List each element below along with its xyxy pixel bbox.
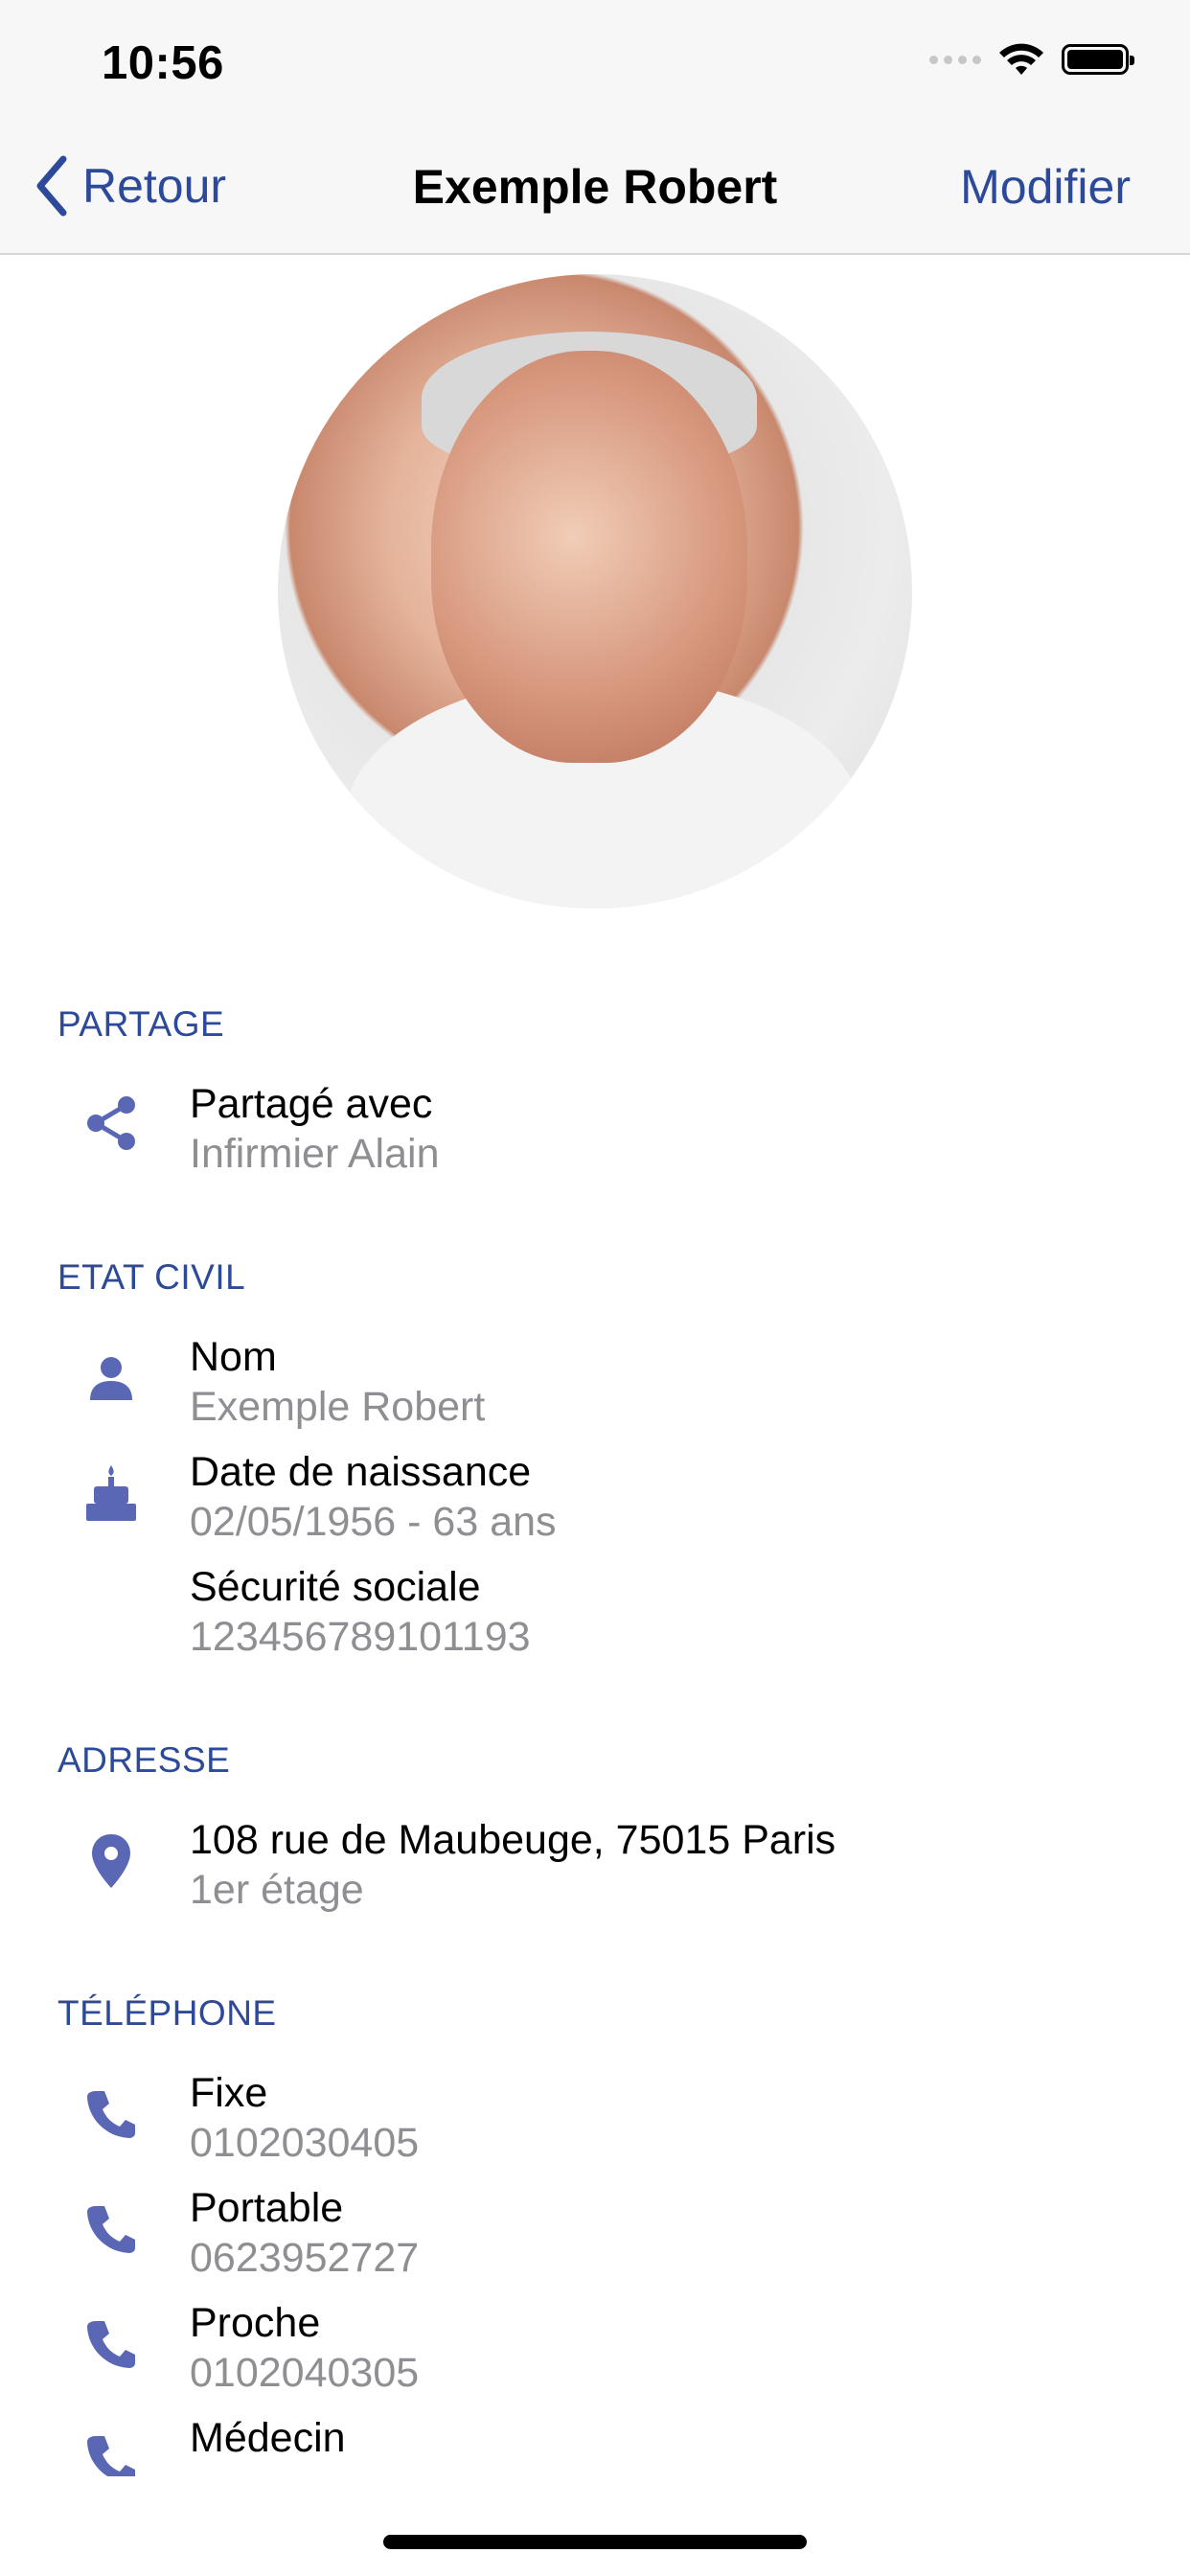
list-item-partage[interactable]: Partagé avec Infirmier Alain xyxy=(0,1075,1190,1190)
section-label-telephone: TÉLÉPHONE xyxy=(57,1993,277,2033)
item-title: Sécurité sociale xyxy=(190,1564,481,1610)
section-label-adresse: ADRESSE xyxy=(57,1740,231,1780)
edit-button[interactable]: Modifier xyxy=(960,159,1131,215)
wifi-icon xyxy=(999,43,1043,75)
person-icon xyxy=(82,1349,140,1407)
list-item-telephone-proche[interactable]: Proche 0102040305 xyxy=(0,2294,1190,2409)
item-title: Portable xyxy=(190,2185,344,2231)
item-title: Date de naissance xyxy=(190,1449,532,1495)
phone-icon xyxy=(82,2315,140,2373)
home-indicator[interactable] xyxy=(383,2535,807,2549)
item-title: Proche xyxy=(190,2300,321,2346)
list-item-telephone-medecin[interactable]: Médecin xyxy=(0,2409,1190,2476)
battery-icon xyxy=(1062,44,1134,75)
phone-icon xyxy=(82,2430,140,2476)
list-item-telephone-fixe[interactable]: Fixe 0102030405 xyxy=(0,2064,1190,2179)
status-time: 10:56 xyxy=(102,37,224,89)
list-item-adresse[interactable]: 108 rue de Maubeuge, 75015 Paris 1er éta… xyxy=(0,1811,1190,1926)
avatar xyxy=(278,274,912,908)
list-item-securite-sociale[interactable]: Sécurité sociale 123456789101193 xyxy=(0,1558,1190,1673)
list-item-date-naissance[interactable]: Date de naissance 02/05/1956 - 63 ans xyxy=(0,1443,1190,1558)
birthday-cake-icon xyxy=(82,1464,140,1522)
phone-icon xyxy=(82,2200,140,2258)
navigation-bar: 10:56 Retour Exemple Robert Modifier xyxy=(0,0,1190,255)
cellular-signal-icon xyxy=(929,55,981,64)
item-value: 0102030405 xyxy=(190,2120,420,2166)
item-value: 0102040305 xyxy=(190,2350,420,2396)
location-pin-icon xyxy=(82,1832,140,1890)
list-item-nom[interactable]: Nom Exemple Robert xyxy=(0,1328,1190,1443)
share-icon xyxy=(82,1094,140,1152)
item-title: 108 rue de Maubeuge, 75015 Paris xyxy=(190,1817,836,1863)
item-value: 02/05/1956 - 63 ans xyxy=(190,1499,557,1545)
item-title: Partagé avec xyxy=(190,1081,433,1127)
item-value: 0623952727 xyxy=(190,2235,420,2281)
item-value: 1er étage xyxy=(190,1867,364,1913)
item-value: Infirmier Alain xyxy=(190,1131,440,1177)
item-title: Médecin xyxy=(190,2415,346,2461)
item-value: Exemple Robert xyxy=(190,1384,486,1430)
item-value: 123456789101193 xyxy=(190,1614,531,1660)
item-title: Fixe xyxy=(190,2070,268,2116)
phone-icon xyxy=(82,2085,140,2143)
item-title: Nom xyxy=(190,1334,277,1380)
status-icons xyxy=(929,42,1134,77)
section-label-etat-civil: ETAT CIVIL xyxy=(57,1257,246,1297)
section-label-partage: PARTAGE xyxy=(57,1004,225,1044)
list-item-telephone-portable[interactable]: Portable 0623952727 xyxy=(0,2179,1190,2294)
